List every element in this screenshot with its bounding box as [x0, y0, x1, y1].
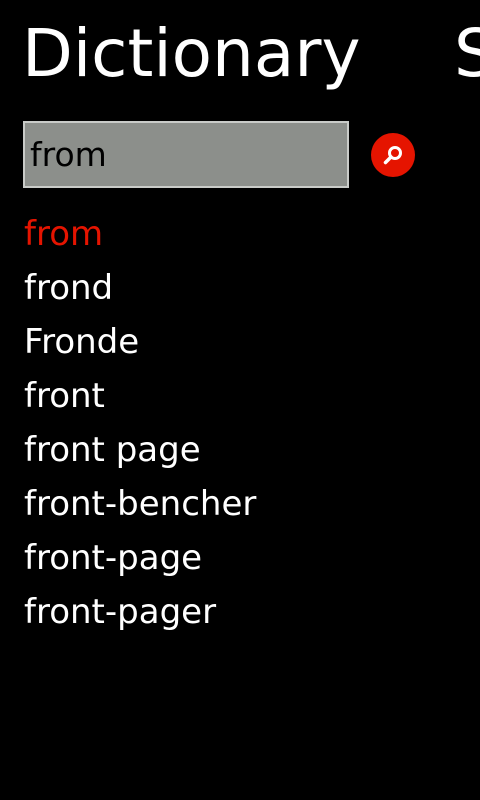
result-item[interactable]: front	[24, 369, 256, 423]
next-pivot-title[interactable]: S	[454, 14, 480, 94]
pivot-header: Dictionary S	[0, 14, 480, 94]
result-item[interactable]: front-page	[24, 531, 256, 585]
page-title: Dictionary	[22, 15, 361, 92]
result-item[interactable]: front-pager	[24, 585, 256, 639]
result-item[interactable]: front-bencher	[24, 477, 256, 531]
results-list: from frond Fronde front front page front-benc…	[24, 207, 256, 639]
search-button[interactable]	[371, 133, 415, 177]
result-item[interactable]: Fronde	[24, 315, 256, 369]
result-item[interactable]: front page	[24, 423, 256, 477]
result-item[interactable]: frond	[24, 261, 256, 315]
result-item-selected[interactable]: from	[24, 207, 256, 261]
search-input[interactable]	[23, 121, 349, 188]
search-icon	[382, 144, 404, 166]
